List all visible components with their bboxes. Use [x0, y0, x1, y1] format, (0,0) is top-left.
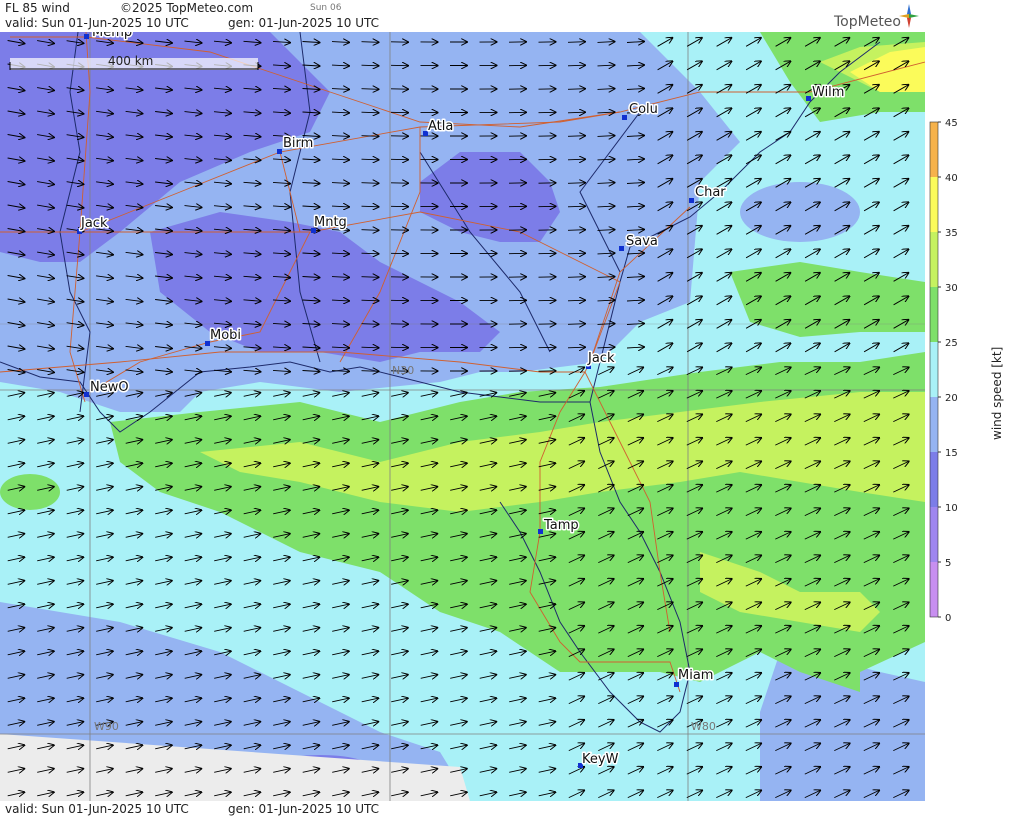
arrow-icon	[568, 65, 585, 66]
legend-panel: 0 5 10 15 20 25 30 35 40 45 wind speed [kt]	[925, 0, 1017, 817]
arrow-icon	[362, 230, 379, 231]
city-label-atla: Atla	[428, 119, 453, 134]
arrow-icon	[362, 112, 379, 113]
city-marker	[84, 34, 89, 39]
arrow-icon	[568, 253, 585, 254]
logo-text: TopMeteo	[834, 14, 901, 30]
scale-label: 400 km	[108, 54, 153, 68]
legend-band	[930, 342, 938, 397]
legend-tick-label: 45	[945, 118, 958, 129]
arrow-icon	[362, 253, 379, 254]
logo-icon	[898, 3, 920, 29]
legend-band	[930, 397, 938, 452]
legend-tick-label: 5	[945, 558, 951, 569]
city-label-sava: Sava	[626, 234, 658, 249]
arrow-icon	[362, 300, 379, 301]
legend-band	[930, 287, 938, 342]
generated-time: gen: 01-Jun-2025 10 UTC	[228, 16, 379, 30]
legend-colorbar	[930, 122, 938, 617]
grid-label-n30: N30	[392, 364, 414, 377]
arrow-icon	[362, 347, 379, 348]
grid-label-w80: W80	[691, 720, 716, 733]
city-label-wilm: Wilm	[812, 85, 844, 100]
city-label-keyw: KeyW	[582, 752, 619, 767]
grid-label-w90: W90	[94, 720, 119, 733]
footer-valid-time: valid: Sun 01-Jun-2025 10 UTC	[5, 802, 189, 816]
city-marker	[622, 115, 627, 120]
arrow-icon	[362, 89, 379, 90]
arrow-icon	[362, 324, 379, 325]
city-label-tamp: Tamp	[543, 518, 579, 533]
legend-tick-label: 40	[945, 173, 958, 184]
legend-tick-label: 0	[945, 613, 951, 624]
legend-band	[930, 177, 938, 232]
city-marker	[619, 246, 624, 251]
arrow-icon	[568, 347, 585, 348]
header-bar: FL 85 wind ©2025 TopMeteo.com Sun 06 val…	[0, 0, 925, 32]
arrow-icon	[362, 42, 379, 43]
city-label-mobi: Mobi	[210, 328, 241, 343]
city-label-newo: NewO	[90, 380, 129, 395]
legend-tick-label: 25	[945, 338, 958, 349]
city-marker	[689, 198, 694, 203]
city-label-memp: Memp	[92, 32, 132, 40]
city-label-birm: Birm	[283, 136, 313, 151]
legend-tick-label: 10	[945, 503, 958, 514]
city-marker	[277, 149, 282, 154]
arrow-icon	[362, 183, 379, 184]
city-marker	[84, 392, 89, 397]
legend-band	[930, 507, 938, 562]
product-title: FL 85 wind	[5, 1, 70, 15]
legend-band	[930, 232, 938, 287]
footer-generated-time: gen: 01-Jun-2025 10 UTC	[228, 802, 379, 816]
legend-tick-label: 15	[945, 448, 958, 459]
city-label-char: Char	[695, 185, 726, 200]
arrow-icon	[568, 136, 585, 137]
arrow-icon	[568, 42, 585, 43]
arrow-icon	[568, 159, 585, 160]
legend-band	[930, 452, 938, 507]
legend-tick-label: 35	[945, 228, 958, 239]
city-label-miam: Miam	[678, 668, 713, 683]
arrow-icon	[568, 230, 585, 231]
arrow-icon	[362, 65, 379, 66]
legend-band	[930, 562, 938, 617]
arrow-icon	[568, 324, 585, 325]
wind-map[interactable]: N30 W90 W80 400 km Memp Birm Atla Colu W…	[0, 32, 925, 801]
legend-tick-label: 20	[945, 393, 958, 404]
city-marker	[806, 96, 811, 101]
arrow-icon	[362, 206, 379, 207]
legend-title: wind speed [kt]	[990, 347, 1004, 440]
arrow-icon	[568, 183, 585, 184]
city-label-jack-fl: Jack	[587, 351, 615, 366]
city-marker	[538, 529, 543, 534]
arrow-icon	[362, 371, 379, 372]
arrow-icon	[568, 206, 585, 207]
legend-band	[930, 122, 938, 177]
arrow-icon	[568, 277, 585, 278]
arrow-icon	[362, 277, 379, 278]
arrow-icon	[568, 112, 585, 113]
city-label-colu: Colu	[629, 102, 658, 117]
arrow-icon	[362, 159, 379, 160]
arrow-icon	[568, 300, 585, 301]
arrow-icon	[568, 89, 585, 90]
valid-time: valid: Sun 01-Jun-2025 10 UTC	[5, 16, 189, 30]
city-label-mntg: Mntg	[314, 215, 347, 230]
day-short: Sun 06	[310, 3, 341, 13]
copyright: ©2025 TopMeteo.com	[120, 1, 253, 15]
city-label-jack-ms: Jack	[80, 216, 108, 231]
footer-bar: valid: Sun 01-Jun-2025 10 UTC gen: 01-Ju…	[0, 801, 925, 817]
arrow-icon	[362, 136, 379, 137]
legend-tick-label: 30	[945, 283, 958, 294]
legend-ticks: 0 5 10 15 20 25 30 35 40 45	[938, 118, 958, 624]
